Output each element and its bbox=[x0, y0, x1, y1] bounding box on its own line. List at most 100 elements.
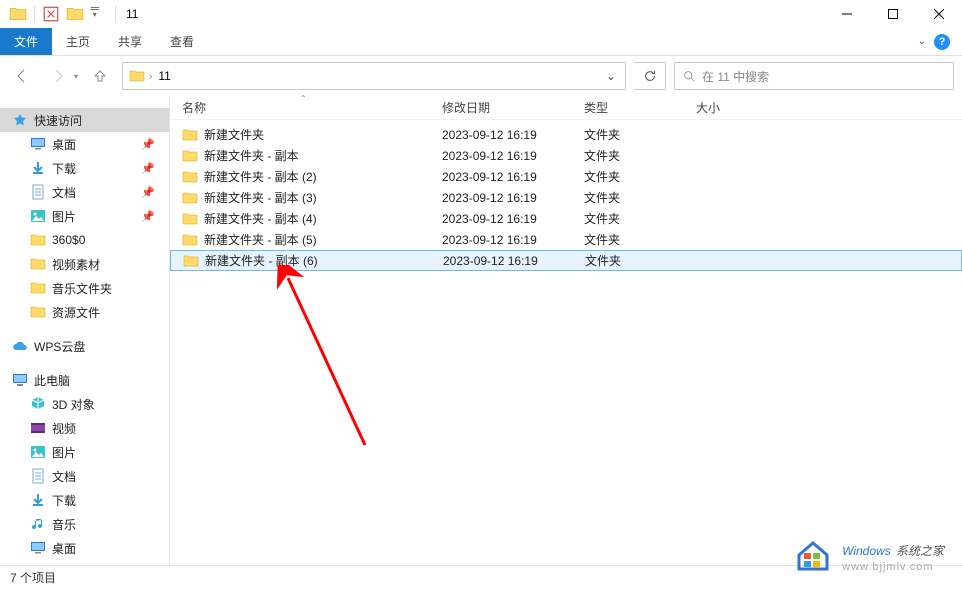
pin-icon: 📌 bbox=[141, 186, 155, 199]
file-date: 2023-09-12 16:19 bbox=[430, 212, 572, 226]
sidebar-this-pc[interactable]: 此电脑 bbox=[0, 368, 169, 392]
search-input[interactable]: 在 11 中搜索 bbox=[674, 62, 954, 90]
sidebar-item[interactable]: 桌面 📌 bbox=[0, 132, 169, 156]
window-title: 11 bbox=[126, 7, 138, 21]
file-type: 文件夹 bbox=[572, 210, 684, 227]
file-row[interactable]: 新建文件夹 - 副本 (4) 2023-09-12 16:19 文件夹 bbox=[170, 208, 962, 229]
column-headers: ⌃ 名称 修改日期 类型 大小 bbox=[170, 96, 962, 120]
sidebar-item-label: 视频素材 bbox=[52, 256, 100, 273]
sidebar-item[interactable]: 视频 bbox=[0, 416, 169, 440]
folder-icon bbox=[30, 232, 46, 248]
history-dropdown-icon[interactable]: ▾ bbox=[74, 72, 78, 81]
sidebar-item-label: 音乐文件夹 bbox=[52, 280, 112, 297]
sidebar-item-label: 资源文件 bbox=[52, 304, 100, 321]
back-button[interactable] bbox=[8, 62, 36, 90]
sidebar-item[interactable]: 下载 📌 bbox=[0, 156, 169, 180]
sidebar-item-label: 下载 bbox=[52, 160, 76, 177]
desktop-icon bbox=[30, 540, 46, 556]
folder-icon bbox=[30, 304, 46, 320]
refresh-button[interactable] bbox=[634, 62, 666, 90]
column-header-date[interactable]: 修改日期 bbox=[430, 99, 572, 116]
tab-view[interactable]: 查看 bbox=[156, 28, 208, 55]
properties-quick-icon[interactable] bbox=[42, 5, 60, 23]
sidebar-item[interactable]: 音乐 bbox=[0, 512, 169, 536]
title-bar: ▾═ 11 bbox=[0, 0, 962, 28]
folder-app-icon bbox=[9, 5, 27, 23]
folder-quick-icon[interactable] bbox=[66, 5, 84, 23]
file-name: 新建文件夹 bbox=[204, 126, 264, 143]
sidebar-quick-access[interactable]: 快速访问 bbox=[0, 108, 169, 132]
maximize-button[interactable] bbox=[870, 0, 916, 28]
sidebar-item[interactable]: 360$0 bbox=[0, 228, 169, 252]
close-button[interactable] bbox=[916, 0, 962, 28]
ribbon-collapse-icon[interactable]: ⌄ bbox=[918, 36, 926, 47]
folder-icon bbox=[182, 233, 198, 247]
qat-dropdown-icon[interactable]: ▾═ bbox=[90, 5, 108, 23]
navigation-pane: 快速访问 桌面 📌 下载 📌 文档 📌 图片📌360$0 视频素材音乐文件夹资源文件 WPS云… bbox=[0, 96, 170, 565]
file-date: 2023-09-12 16:19 bbox=[431, 254, 573, 268]
folder-icon bbox=[182, 128, 198, 142]
ribbon-tabs: 文件 主页 共享 查看 ⌄ ? bbox=[0, 28, 962, 56]
minimize-button[interactable] bbox=[824, 0, 870, 28]
picture-icon bbox=[30, 208, 46, 224]
sidebar-item[interactable]: 3D 对象 bbox=[0, 392, 169, 416]
video-icon bbox=[30, 420, 46, 436]
address-bar[interactable]: › 11 ⌄ bbox=[122, 62, 626, 90]
up-button[interactable] bbox=[86, 62, 114, 90]
file-row[interactable]: 新建文件夹 - 副本 (6) 2023-09-12 16:19 文件夹 bbox=[170, 250, 962, 271]
status-bar: 7 个项目 bbox=[0, 565, 962, 589]
separator bbox=[115, 6, 116, 22]
file-row[interactable]: 新建文件夹 - 副本 (5) 2023-09-12 16:19 文件夹 bbox=[170, 229, 962, 250]
sidebar-item[interactable]: 文档 bbox=[0, 464, 169, 488]
file-list[interactable]: 新建文件夹 2023-09-12 16:19 文件夹 新建文件夹 - 副本 20… bbox=[170, 120, 962, 271]
file-row[interactable]: 新建文件夹 - 副本 (2) 2023-09-12 16:19 文件夹 bbox=[170, 166, 962, 187]
sidebar-item[interactable]: 桌面 bbox=[0, 536, 169, 560]
sidebar-item[interactable]: 文档 📌 bbox=[0, 180, 169, 204]
pin-icon: 📌 bbox=[141, 162, 155, 175]
3d-icon bbox=[30, 396, 46, 412]
file-name: 新建文件夹 - 副本 (4) bbox=[204, 210, 317, 227]
sidebar-label: WPS云盘 bbox=[34, 338, 85, 355]
file-type: 文件夹 bbox=[572, 126, 684, 143]
breadcrumb[interactable]: 11 bbox=[152, 69, 176, 83]
file-name: 新建文件夹 - 副本 (6) bbox=[205, 252, 318, 269]
pin-icon: 📌 bbox=[141, 138, 155, 151]
pc-icon bbox=[12, 372, 28, 388]
sidebar-item-label: 文档 bbox=[52, 184, 76, 201]
folder-icon bbox=[129, 69, 145, 83]
address-dropdown-icon[interactable]: ⌄ bbox=[599, 69, 623, 83]
sidebar-item[interactable]: 下载 bbox=[0, 488, 169, 512]
tab-share[interactable]: 共享 bbox=[104, 28, 156, 55]
status-item-count: 7 个项目 bbox=[10, 569, 56, 586]
forward-button[interactable] bbox=[44, 62, 72, 90]
file-row[interactable]: 新建文件夹 - 副本 2023-09-12 16:19 文件夹 bbox=[170, 145, 962, 166]
column-header-type[interactable]: 类型 bbox=[572, 99, 684, 116]
sidebar-item-label: 桌面 bbox=[52, 136, 76, 153]
tab-file[interactable]: 文件 bbox=[0, 28, 52, 55]
sidebar-item-label: 下载 bbox=[52, 492, 76, 509]
separator bbox=[34, 6, 35, 22]
sidebar-item[interactable]: 图片📌 bbox=[0, 204, 169, 228]
sidebar-item-label: 文档 bbox=[52, 468, 76, 485]
folder-icon bbox=[30, 256, 46, 272]
file-date: 2023-09-12 16:19 bbox=[430, 170, 572, 184]
sidebar-item-label: 3D 对象 bbox=[52, 396, 95, 413]
sidebar-wps-cloud[interactable]: WPS云盘 bbox=[0, 334, 169, 358]
sidebar-item-label: 视频 bbox=[52, 420, 76, 437]
sidebar-item[interactable]: 音乐文件夹 bbox=[0, 276, 169, 300]
folder-icon bbox=[182, 170, 198, 184]
tab-home[interactable]: 主页 bbox=[52, 28, 104, 55]
help-icon[interactable]: ? bbox=[934, 34, 950, 50]
file-row[interactable]: 新建文件夹 2023-09-12 16:19 文件夹 bbox=[170, 124, 962, 145]
folder-icon bbox=[182, 212, 198, 226]
document-icon bbox=[30, 184, 46, 200]
sidebar-item[interactable]: 图片 bbox=[0, 440, 169, 464]
column-header-size[interactable]: 大小 bbox=[684, 99, 764, 116]
file-row[interactable]: 新建文件夹 - 副本 (3) 2023-09-12 16:19 文件夹 bbox=[170, 187, 962, 208]
search-icon bbox=[683, 70, 696, 83]
file-type: 文件夹 bbox=[572, 147, 684, 164]
sidebar-item[interactable]: 视频素材 bbox=[0, 252, 169, 276]
sidebar-item[interactable]: 资源文件 bbox=[0, 300, 169, 324]
folder-icon bbox=[30, 280, 46, 296]
sidebar-label: 快速访问 bbox=[34, 112, 82, 129]
